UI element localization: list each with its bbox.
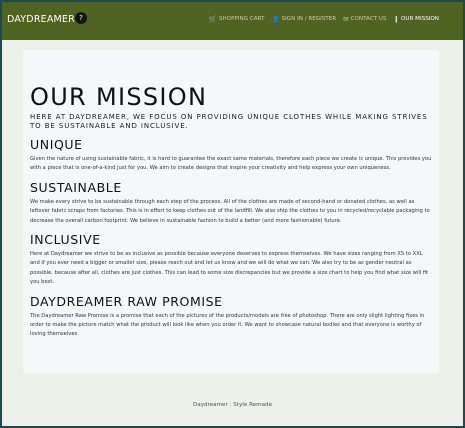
- section-title: UNIQUE: [30, 137, 83, 152]
- nav-label: CONTACT US: [350, 16, 387, 22]
- section-inclusive: INCLUSIVE Here at Daydreamer we strive t…: [30, 232, 434, 288]
- nav-our-mission[interactable]: ❙ OUR MISSION: [393, 15, 439, 23]
- info-icon: ❙: [393, 15, 400, 23]
- user-icon: 👤: [271, 15, 280, 23]
- section-unique: UNIQUE Given the nature of using sustain…: [30, 137, 434, 174]
- mission-card: OUR MISSION HERE AT DAYDREAMER, WE FOCUS…: [23, 50, 439, 373]
- nav-sign-in-register[interactable]: 👤 SIGN IN / REGISTER: [271, 15, 337, 23]
- section-body: Given the nature of using sustainable fa…: [30, 156, 432, 172]
- nav-contact-us[interactable]: ✉ CONTACT US: [343, 15, 387, 23]
- nav-menu: 🛒 SHOPPING CART 👤 SIGN IN / REGISTER ✉ C…: [208, 15, 439, 23]
- nav-label: SHOPPING CART: [219, 16, 265, 22]
- section-title: DAYDREAMER RAW PROMISE: [30, 293, 223, 309]
- page-subtitle: HERE AT DAYDREAMER, WE FOCUS ON PROVIDIN…: [30, 113, 428, 130]
- section-body: Here at Daydreamer we strive to be as in…: [30, 251, 429, 286]
- brand-name[interactable]: DAYDREAMER: [7, 14, 75, 25]
- navbar: DAYDREAMER ? 🛒 SHOPPING CART 👤 SIGN IN /…: [2, 2, 463, 40]
- nav-shopping-cart[interactable]: 🛒 SHOPPING CART: [208, 15, 265, 23]
- section-raw-promise: DAYDREAMER RAW PROMISE The Daydreamer Ra…: [30, 294, 434, 340]
- page-frame: DAYDREAMER ? 🛒 SHOPPING CART 👤 SIGN IN /…: [0, 0, 465, 428]
- section-sustainable: SUSTAINABLE We make every strive to be s…: [30, 180, 434, 226]
- mission-content: OUR MISSION HERE AT DAYDREAMER, WE FOCUS…: [30, 84, 434, 340]
- section-body: We make every strive to be sustainable t…: [30, 198, 430, 224]
- footer-text: Daydreamer : Style Remade: [192, 402, 273, 408]
- nav-label: OUR MISSION: [401, 16, 439, 22]
- envelope-icon: ✉: [343, 15, 349, 23]
- section-title: SUSTAINABLE: [30, 179, 122, 195]
- section-body: The Daydreamer Raw Promise is a promise …: [30, 312, 425, 338]
- brand-logo-icon[interactable]: ?: [75, 12, 87, 24]
- nav-label: SIGN IN / REGISTER: [281, 16, 337, 22]
- cart-icon: 🛒: [208, 15, 217, 23]
- page-title: OUR MISSION: [30, 83, 208, 111]
- section-title: INCLUSIVE: [30, 232, 101, 248]
